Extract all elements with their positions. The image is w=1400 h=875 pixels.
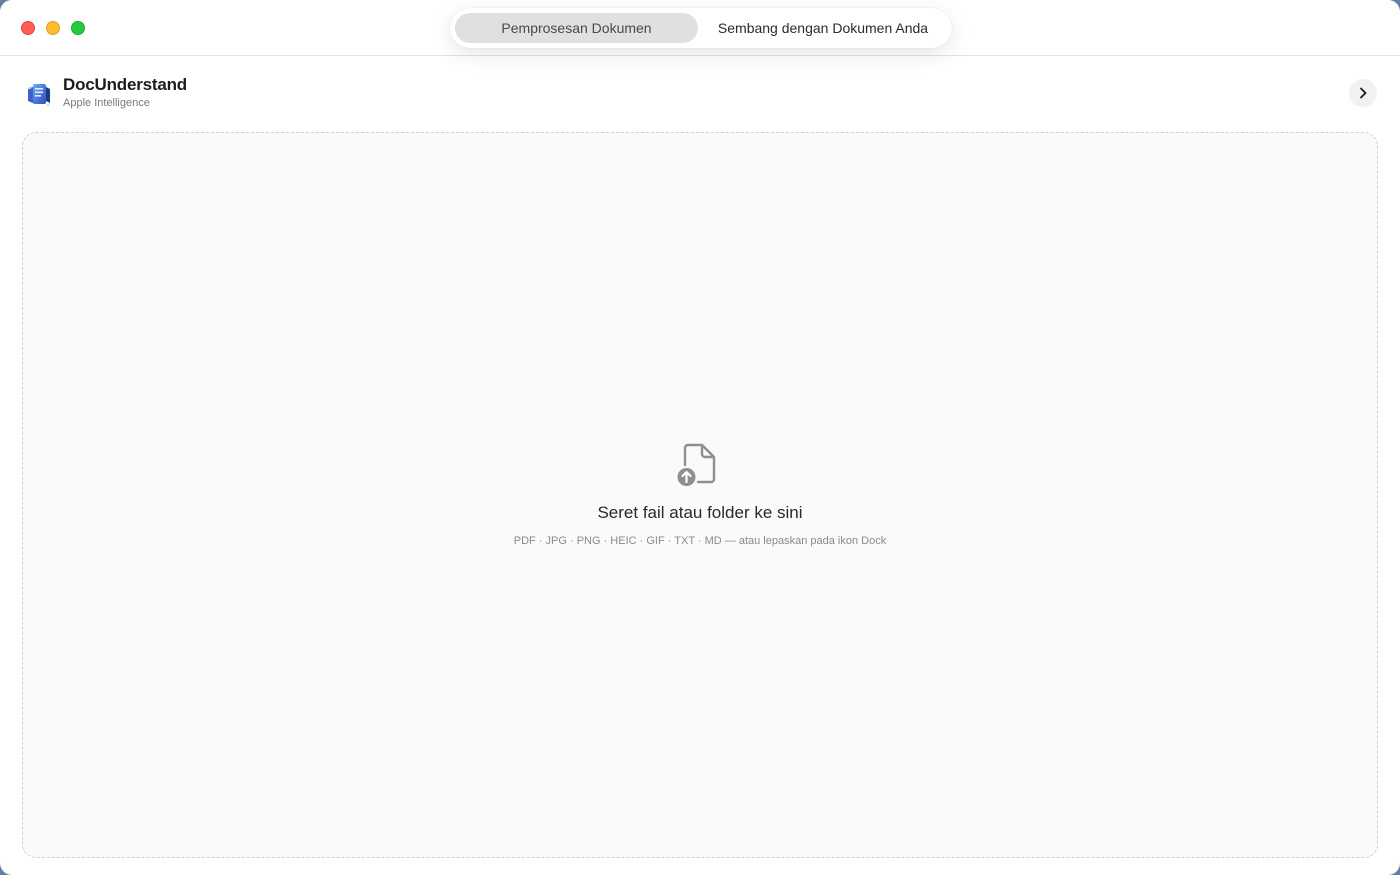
app-window: Pemprosesan Dokumen Sembang dengan Dokum… — [0, 0, 1400, 875]
app-subtitle: Apple Intelligence — [63, 97, 150, 109]
document-app-icon — [28, 84, 50, 106]
supported-formats-text: PDF · JPG · PNG · HEIC · GIF · TXT · MD … — [513, 535, 887, 547]
minimize-window-button[interactable] — [46, 21, 60, 35]
drop-zone-title: Seret fail atau folder ke sini — [597, 503, 803, 522]
chevron-right-icon — [1360, 87, 1367, 99]
titlebar: Pemprosesan Dokumen Sembang dengan Dokum… — [0, 0, 1400, 56]
tab-document-processing[interactable]: Pemprosesan Dokumen — [455, 13, 698, 43]
app-name: DocUnderstand — [63, 75, 187, 94]
maximize-window-button[interactable] — [71, 21, 85, 35]
expand-panel-button[interactable] — [1349, 79, 1377, 107]
app-header: DocUnderstand Apple Intelligence — [0, 57, 1400, 127]
tab-chat-with-documents[interactable]: Sembang dengan Dokumen Anda — [702, 13, 944, 43]
mode-segmented-control: Pemprosesan Dokumen Sembang dengan Dokum… — [450, 8, 952, 48]
close-window-button[interactable] — [21, 21, 35, 35]
file-drop-zone[interactable] — [22, 132, 1378, 858]
document-upload-icon — [677, 443, 716, 486]
